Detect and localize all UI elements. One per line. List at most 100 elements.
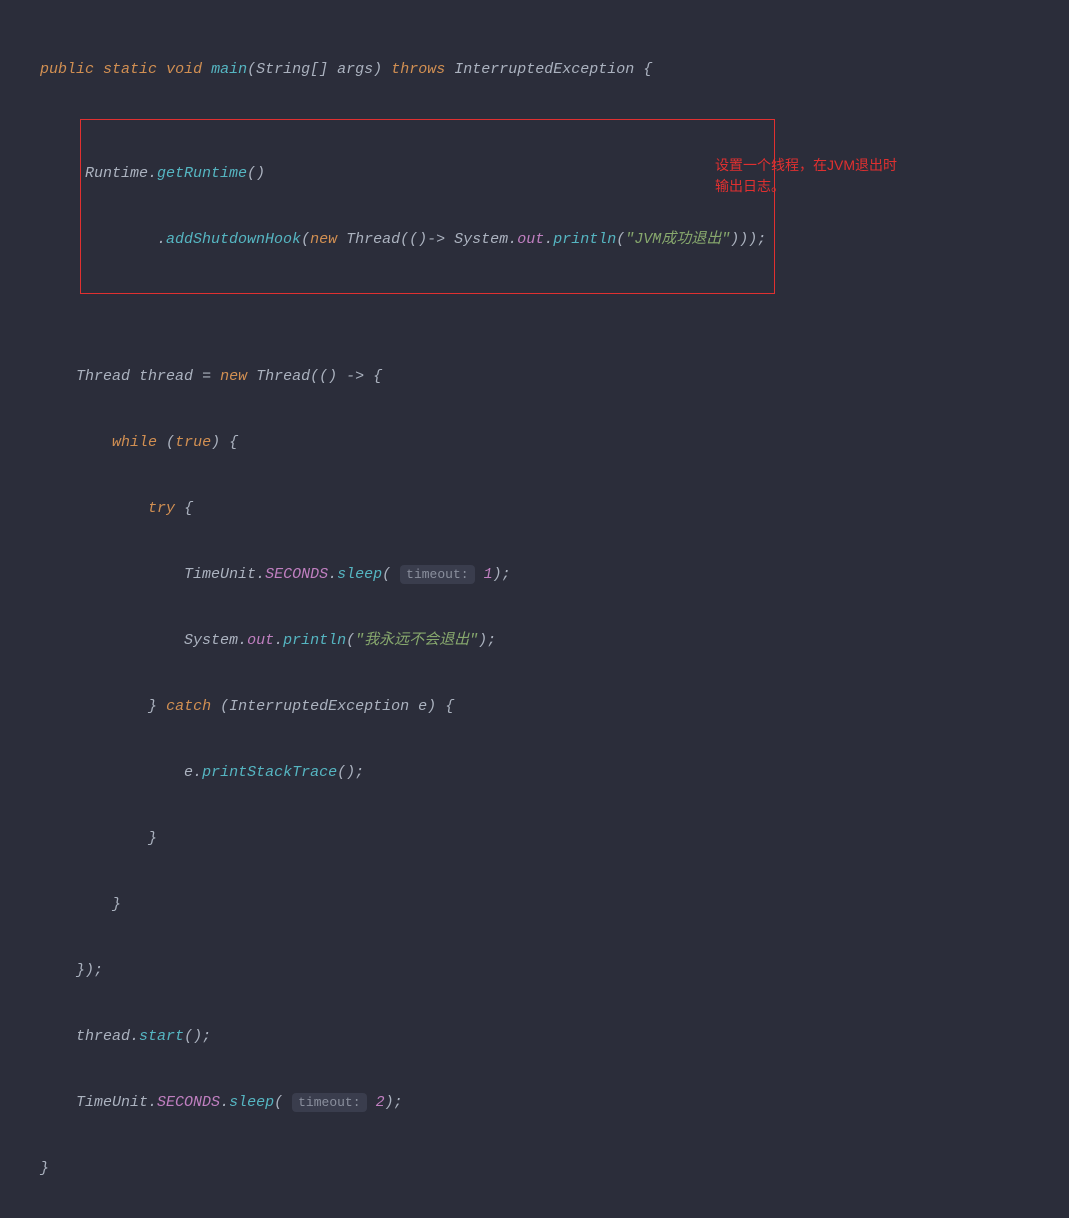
string-literal: "我永远不会退出": [355, 632, 478, 649]
brace: }: [112, 896, 121, 913]
code-line: .addShutdownHook(new Thread(()-> System.…: [85, 223, 766, 256]
field-seconds: SECONDS: [265, 566, 328, 583]
code-line: });: [40, 954, 1029, 987]
method-main: main: [211, 61, 247, 78]
paren: (: [220, 698, 229, 715]
code-line: try {: [40, 492, 1029, 525]
var-e: e: [418, 698, 427, 715]
class-system: System: [184, 632, 238, 649]
brace: {: [184, 500, 193, 517]
code-editor[interactable]: public static void main(String[] args) t…: [40, 20, 1029, 1218]
keyword-new: new: [220, 368, 247, 385]
keyword-throws: throws: [391, 61, 445, 78]
var-thread: thread: [139, 368, 193, 385]
code-line: TimeUnit.SECONDS.sleep( timeout: 2);: [40, 1086, 1029, 1119]
brace: {: [229, 434, 238, 451]
parens-semi: ();: [337, 764, 364, 781]
exception-type: InterruptedException: [229, 698, 409, 715]
code-line: e.printStackTrace();: [40, 756, 1029, 789]
paren: (: [166, 434, 175, 451]
field-out: out: [517, 231, 544, 248]
number-literal: 2: [376, 1094, 385, 1111]
method-addshutdownhook: addShutdownHook: [166, 231, 301, 248]
lambda: () -> {: [319, 368, 382, 385]
class-timeunit: TimeUnit: [184, 566, 256, 583]
paren: (: [346, 632, 355, 649]
method-println: println: [283, 632, 346, 649]
method-printstacktrace: printStackTrace: [202, 764, 337, 781]
dot: .: [220, 1094, 229, 1111]
brace: {: [643, 61, 652, 78]
parens-semi: ();: [184, 1028, 211, 1045]
annotation-comment: 设置一个线程，在JVM退出时 输出日志。: [715, 155, 897, 197]
code-line: public static void main(String[] args) t…: [40, 53, 1029, 86]
brace: {: [445, 698, 454, 715]
class-system: System: [454, 231, 508, 248]
class-thread: Thread: [76, 368, 130, 385]
code-line: } catch (InterruptedException e) {: [40, 690, 1029, 723]
paren: ): [427, 698, 436, 715]
dot: .: [157, 231, 166, 248]
dot: .: [193, 764, 202, 781]
keyword-new: new: [310, 231, 337, 248]
paren: (: [310, 368, 319, 385]
code-line: }: [40, 888, 1029, 921]
code-line: TimeUnit.SECONDS.sleep( timeout: 1);: [40, 558, 1029, 591]
var-e: e: [184, 764, 193, 781]
field-out: out: [247, 632, 274, 649]
class-runtime: Runtime: [85, 165, 148, 182]
paren: (: [616, 231, 625, 248]
exception-type: InterruptedException: [454, 61, 634, 78]
lambda-arrow: ()->: [409, 231, 454, 248]
string-literal: "JVM成功退出": [625, 231, 730, 248]
dot: .: [328, 566, 337, 583]
paren-semi: );: [385, 1094, 403, 1111]
equals: =: [193, 368, 220, 385]
code-line-blank: [40, 294, 1029, 327]
brace: }: [40, 1160, 49, 1177]
parens: (): [247, 165, 265, 182]
paren: (: [382, 566, 391, 583]
parameter-hint: timeout:: [292, 1093, 366, 1112]
code-line: }: [40, 822, 1029, 855]
dot: .: [130, 1028, 139, 1045]
class-thread: Thread: [346, 231, 400, 248]
annotation-line-2: 输出日志。: [715, 176, 897, 197]
paren: (: [274, 1094, 283, 1111]
keyword-catch: catch: [166, 698, 211, 715]
code-line: thread.start();: [40, 1020, 1029, 1053]
keyword-try: try: [148, 500, 175, 517]
method-sleep: sleep: [229, 1094, 274, 1111]
paren: (: [247, 61, 256, 78]
paren: (: [400, 231, 409, 248]
field-seconds: SECONDS: [157, 1094, 220, 1111]
method-start: start: [139, 1028, 184, 1045]
brace: }: [148, 830, 157, 847]
code-line: System.out.println("我永远不会退出");: [40, 624, 1029, 657]
paren-semi: );: [493, 566, 511, 583]
brace: }: [148, 698, 157, 715]
closing-lambda: });: [76, 962, 103, 979]
parameter-hint: timeout:: [400, 565, 474, 584]
class-timeunit: TimeUnit: [76, 1094, 148, 1111]
method-sleep: sleep: [337, 566, 382, 583]
dot: .: [274, 632, 283, 649]
number-literal: 1: [484, 566, 493, 583]
dot: .: [148, 1094, 157, 1111]
class-thread: Thread: [256, 368, 310, 385]
var-thread: thread: [76, 1028, 130, 1045]
code-line: }: [40, 1152, 1029, 1185]
dot: .: [256, 566, 265, 583]
paren: ): [211, 434, 220, 451]
method-getruntime: getRuntime: [157, 165, 247, 182]
keyword-while: while: [112, 434, 157, 451]
method-println: println: [553, 231, 616, 248]
keyword-true: true: [175, 434, 211, 451]
highlighted-code-block: Runtime.getRuntime() .addShutdownHook(ne…: [80, 119, 775, 294]
annotation-line-1: 设置一个线程，在JVM退出时: [715, 155, 897, 176]
closing: )));: [730, 231, 766, 248]
keyword-void: void: [166, 61, 202, 78]
dot: .: [508, 231, 517, 248]
dot: .: [238, 632, 247, 649]
paren: ): [373, 61, 382, 78]
